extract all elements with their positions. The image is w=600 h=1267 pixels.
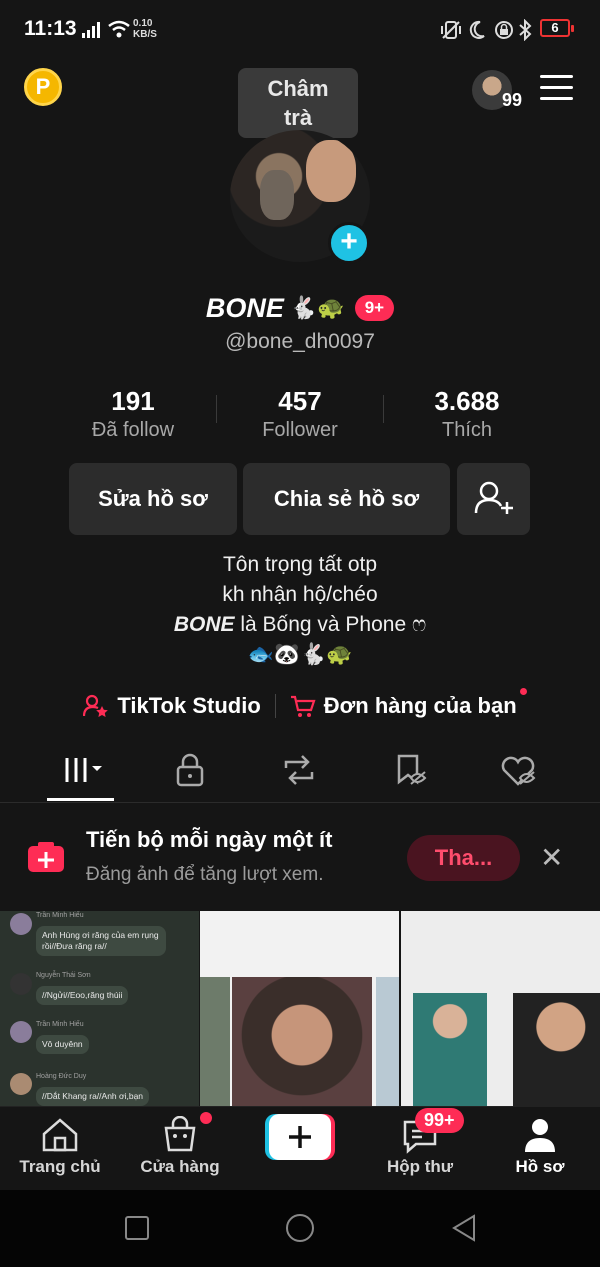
profile-handle[interactable]: @bone_dh0097	[0, 330, 600, 354]
hidden-heart-icon	[501, 756, 536, 786]
tooltip-bubble: Châm trà	[238, 68, 358, 138]
camera-plus-icon	[28, 842, 64, 872]
tab-private[interactable]	[150, 740, 230, 800]
notification-badge[interactable]: 9+	[354, 295, 395, 321]
tab-liked[interactable]	[478, 740, 558, 800]
tab-reposts[interactable]	[259, 740, 339, 800]
moon-icon	[469, 20, 485, 39]
active-tab-indicator	[47, 798, 114, 801]
battery-indicator: 6	[540, 19, 574, 37]
tab-videos[interactable]	[44, 740, 124, 800]
recent-apps-icon[interactable]	[124, 1215, 150, 1241]
video-thumbnail[interactable]: Trần Minh Hiếu Anh Hùng ơi răng của em r…	[0, 911, 199, 1106]
stat-likes[interactable]: 3.688 Thích	[367, 386, 567, 442]
profile-screen: 11:13 0.10 KB/S 6 P Châm trà 99 + BONE 🐇…	[0, 0, 600, 1190]
video-thumbnail[interactable]	[200, 911, 399, 1106]
profile-icon	[525, 1119, 555, 1152]
system-navigation-bar	[0, 1190, 600, 1267]
tab-saved[interactable]	[370, 740, 450, 800]
wifi-icon	[108, 20, 130, 38]
coin-icon[interactable]: P	[24, 68, 62, 106]
edit-profile-button[interactable]: Sửa hồ sơ	[69, 463, 237, 535]
orders-link[interactable]: Đơn hàng của bạn	[290, 693, 517, 719]
nav-shop[interactable]: Cửa hàng	[120, 1110, 240, 1184]
shop-notification-dot	[200, 1112, 212, 1124]
tiktok-studio-link[interactable]: TikTok Studio	[83, 693, 261, 719]
cart-icon	[290, 695, 316, 717]
profile-name: BONE	[205, 292, 284, 323]
hidden-bookmark-icon	[397, 754, 427, 785]
studio-icon	[83, 694, 109, 717]
nav-home[interactable]: Trang chủ	[0, 1110, 120, 1184]
video-thumbnail[interactable]	[401, 911, 600, 1106]
bluetooth-icon	[519, 19, 532, 41]
back-icon[interactable]	[450, 1213, 478, 1243]
inbox-badge: 99+	[415, 1108, 464, 1133]
add-user-icon	[474, 481, 513, 514]
add-friend-button[interactable]	[457, 463, 530, 535]
plus-icon	[289, 1126, 311, 1148]
home-button-icon[interactable]	[284, 1212, 316, 1244]
name-emoji: 🐇🐢	[289, 295, 345, 320]
shopping-bag-icon	[164, 1116, 196, 1152]
banner-action-button[interactable]: Tha...	[407, 835, 520, 881]
vibrate-icon	[441, 21, 461, 39]
banner-title: Tiến bộ mỗi ngày một ít	[86, 827, 333, 852]
create-button[interactable]	[265, 1114, 335, 1162]
video-grid: Trần Minh Hiếu Anh Hùng ơi răng của em r…	[0, 911, 600, 1106]
status-time: 11:13	[24, 17, 77, 40]
lock-rotation-icon	[495, 21, 513, 39]
lock-icon	[176, 753, 204, 787]
profile-bio: Tôn trọng tất otp kh nhận hộ/chéo BONE l…	[173, 553, 427, 666]
banner-subtitle: Đăng ảnh để tăng lượt xem.	[86, 864, 324, 885]
grid-icon	[65, 758, 102, 782]
close-icon[interactable]: ✕	[540, 841, 563, 874]
menu-icon[interactable]	[540, 75, 573, 101]
content-tabs	[0, 740, 600, 803]
status-bar: 11:13 0.10 KB/S 6	[0, 0, 600, 60]
add-story-button[interactable]: +	[328, 222, 370, 264]
nav-profile[interactable]: Hồ sơ	[480, 1110, 600, 1184]
following-count: 99	[502, 90, 523, 110]
home-icon	[42, 1118, 78, 1152]
share-profile-button[interactable]: Chia sẻ hồ sơ	[243, 463, 450, 535]
repost-icon	[284, 755, 314, 785]
profile-links: TikTok Studio Đơn hàng của bạn	[0, 688, 600, 724]
network-speed: 0.10 KB/S	[133, 18, 157, 40]
signal-icon	[82, 22, 100, 38]
profile-name-row: BONE 🐇🐢 9+	[0, 288, 600, 328]
orders-notification-dot	[520, 688, 527, 695]
